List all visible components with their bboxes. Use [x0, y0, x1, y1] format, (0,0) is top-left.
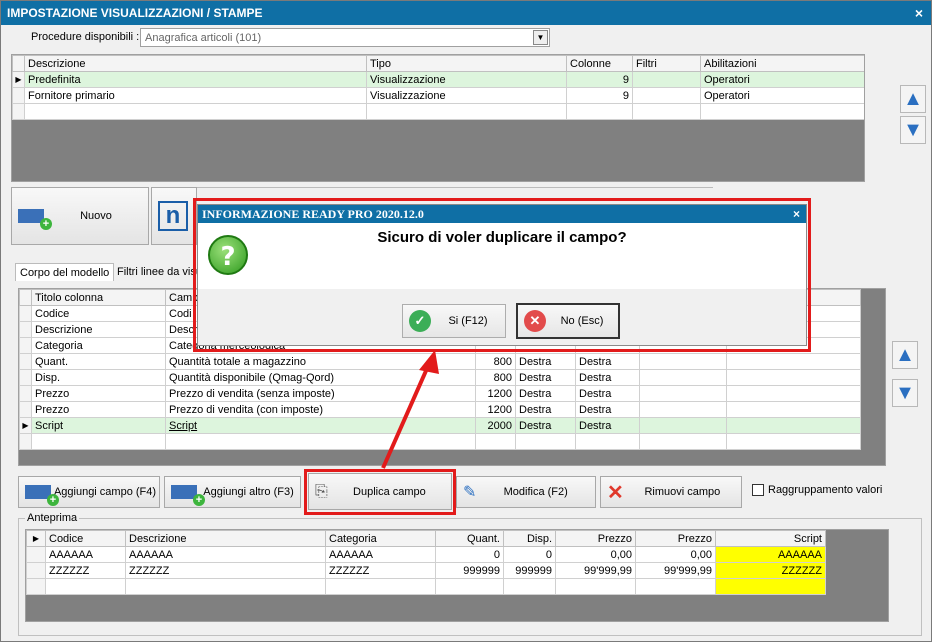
new-button[interactable]: Nuovo	[11, 187, 149, 245]
procedure-select[interactable]: Anagrafica articoli (101) ▼	[140, 28, 550, 47]
add-icon	[171, 485, 205, 506]
dialog-close-icon[interactable]: ×	[793, 205, 800, 223]
checkbox-box[interactable]	[752, 484, 764, 497]
cell[interactable]	[632, 87, 701, 104]
grouping-checkbox[interactable]: Raggruppamento valori	[752, 484, 883, 497]
col-header[interactable]: Categoria	[325, 530, 436, 547]
views-grid[interactable]: Descrizione Tipo Colonne Filtri Abilitaz…	[11, 54, 865, 182]
row-indicator-header	[12, 55, 25, 72]
procedure-value: Anagrafica articoli (101)	[145, 32, 262, 44]
table-row-empty[interactable]	[12, 103, 864, 120]
button-label: Rimuovi campo	[644, 486, 721, 498]
move-down-icon[interactable]: ▼	[892, 379, 918, 407]
table-row[interactable]: Fornitore primario Visualizzazione 9 Ope…	[12, 87, 864, 104]
dialog-title: INFORMAZIONE READY PRO 2020.12.0	[202, 207, 424, 221]
col-header[interactable]: Disp.	[503, 530, 556, 547]
button-label: Aggiungi campo (F4)	[53, 486, 157, 498]
table-row[interactable]: ▶ Predefinita Visualizzazione 9 Operator…	[12, 71, 864, 88]
confirm-dialog: INFORMAZIONE READY PRO 2020.12.0 × ? Sic…	[197, 204, 807, 346]
cell[interactable]: Visualizzazione	[366, 87, 567, 104]
chevron-down-icon[interactable]: ▼	[533, 30, 548, 45]
row-pointer-icon: ▶	[12, 71, 25, 88]
edit-icon: ✎	[463, 484, 477, 501]
dialog-title-bar: INFORMAZIONE READY PRO 2020.12.0 ×	[198, 205, 806, 223]
remove-field-button[interactable]: ✕ Rimuovi campo	[600, 476, 742, 508]
row-pointer-icon: ▶	[19, 417, 32, 434]
move-up-icon[interactable]: ▲	[900, 85, 926, 113]
button-label: Aggiungi altro (F3)	[203, 486, 294, 498]
n-icon: n	[158, 201, 188, 231]
table-row[interactable]: AAAAAA AAAAAA AAAAAA 0 0 0,00 0,00 AAAAAA	[26, 546, 826, 563]
yes-button[interactable]: ✓ Si (F12)	[402, 304, 506, 338]
new-button-label: Nuovo	[80, 210, 112, 222]
preview-label: Anteprima	[25, 512, 80, 524]
cell[interactable]: Operatori	[700, 71, 864, 88]
close-icon: ✕	[524, 310, 546, 332]
arrow-annotation-icon	[381, 350, 439, 469]
add-icon	[18, 209, 52, 230]
row-pointer-icon: ▶	[26, 530, 46, 547]
button-label: Modifica (F2)	[503, 486, 568, 498]
cell[interactable]: Fornitore primario	[24, 87, 367, 104]
close-icon[interactable]: ×	[915, 1, 923, 25]
row-indicator	[12, 87, 25, 104]
cell[interactable]: Visualizzazione	[366, 71, 567, 88]
col-header[interactable]: Script	[715, 530, 826, 547]
check-icon: ✓	[409, 310, 431, 332]
move-up-icon[interactable]: ▲	[892, 341, 918, 369]
dialog-message: Sicuro di voler duplicare il campo?	[377, 229, 627, 246]
cell[interactable]: Predefinita	[24, 71, 367, 88]
col-header[interactable]: Descrizione	[125, 530, 326, 547]
main-window: IMPOSTAZIONE VISUALIZZAZIONI / STAMPE × …	[0, 0, 932, 642]
edit-button[interactable]: ✎ Modifica (F2)	[456, 476, 596, 508]
cell[interactable]: 9	[566, 71, 633, 88]
button-label: Si (F12)	[448, 315, 488, 327]
dialog-body: ? Sicuro di voler duplicare il campo?	[198, 223, 806, 289]
tab-body[interactable]: Corpo del modello	[15, 263, 115, 281]
remove-icon: ✕	[607, 481, 624, 504]
checkbox-label: Raggruppamento valori	[768, 484, 883, 496]
table-row[interactable]: ZZZZZZ ZZZZZZ ZZZZZZ 999999 999999 99'999,99 9…	[26, 562, 826, 579]
button-label: No (Esc)	[560, 315, 604, 327]
col-header[interactable]: Quant.	[435, 530, 504, 547]
col-header[interactable]: Tipo	[366, 55, 567, 72]
window-title: IMPOSTAZIONE VISUALIZZAZIONI / STAMPE	[7, 6, 263, 20]
col-header[interactable]: Codice	[45, 530, 126, 547]
procedure-label: Procedure disponibili :	[31, 31, 140, 43]
preview-grid[interactable]: ▶ Codice Descrizione Categoria Quant. Di…	[25, 529, 889, 622]
add-field-button[interactable]: Aggiungi campo (F4)	[18, 476, 160, 508]
move-down-icon[interactable]: ▼	[900, 116, 926, 144]
no-button[interactable]: ✕ No (Esc)	[516, 303, 620, 339]
cell[interactable]: 9	[566, 87, 633, 104]
cell[interactable]	[632, 71, 701, 88]
cell[interactable]: Operatori	[700, 87, 864, 104]
col-header[interactable]: Abilitazioni	[700, 55, 864, 72]
col-header[interactable]: Titolo colonna	[31, 289, 166, 306]
col-header[interactable]: Prezzo	[635, 530, 716, 547]
add-other-button[interactable]: Aggiungi altro (F3)	[164, 476, 301, 508]
add-icon	[25, 485, 59, 506]
col-header[interactable]: Colonne	[566, 55, 633, 72]
window-title-bar: IMPOSTAZIONE VISUALIZZAZIONI / STAMPE ×	[1, 1, 931, 25]
col-header[interactable]: Prezzo	[555, 530, 636, 547]
col-header[interactable]: Filtri	[632, 55, 701, 72]
col-header[interactable]: Descrizione	[24, 55, 367, 72]
n-button[interactable]: n	[151, 187, 197, 245]
